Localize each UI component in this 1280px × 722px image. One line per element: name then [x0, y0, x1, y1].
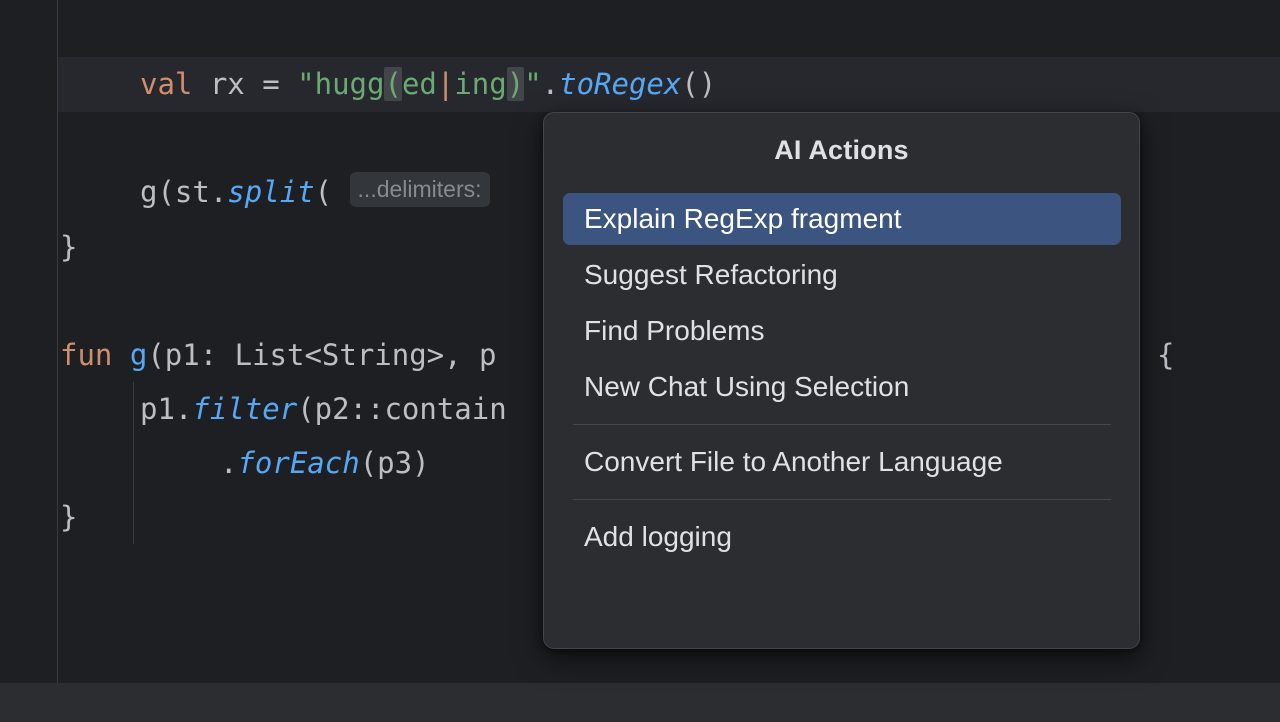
code-token: . [220, 446, 238, 480]
code-line[interactable]: fun g(p1: List<String>, p [60, 328, 497, 383]
menu-item-new-chat-using-selection[interactable]: New Chat Using Selection [544, 359, 1139, 415]
menu-item-find-problems[interactable]: Find Problems [544, 303, 1139, 359]
menu-separator [573, 499, 1111, 500]
ai-actions-popup: AI Actions Explain RegExp fragment Sugges… [543, 112, 1140, 649]
code-token: filter [192, 392, 298, 426]
code-line[interactable]: } [60, 490, 77, 545]
code-line[interactable]: val rx = "hugg(ed|ing)".toRegex() [140, 57, 716, 112]
code-token: ( [384, 67, 402, 101]
code-token: () [681, 67, 717, 101]
ide-editor-window: val rx = "hugg(ed|ing)".toRegex() g(st.sp… [0, 0, 1280, 722]
menu-item-label: Suggest Refactoring [584, 259, 838, 290]
code-token: rx = [192, 67, 298, 101]
menu-item-convert-file-to-another-language[interactable]: Convert File to Another Language [544, 434, 1139, 490]
menu-item-add-logging[interactable]: Add logging [544, 509, 1139, 565]
code-token: ing [454, 67, 507, 101]
code-token: | [436, 67, 455, 101]
code-token: . [541, 67, 560, 101]
code-token: p1. [140, 392, 193, 426]
code-token: { [1157, 338, 1175, 372]
code-token: "hugg [297, 67, 385, 101]
inlay-hint: ...delimiters: [349, 172, 490, 207]
code-token: " [524, 67, 542, 101]
code-line[interactable]: g(st.split( ...delimiters: [140, 165, 490, 220]
menu-item-label: Find Problems [584, 315, 765, 346]
menu-separator [573, 424, 1111, 425]
code-token: (p3) [359, 446, 430, 480]
menu-item-label: New Chat Using Selection [584, 371, 910, 402]
ai-actions-menu[interactable]: Explain RegExp fragment Suggest Refactori… [544, 191, 1139, 565]
indent-guide [133, 382, 134, 544]
menu-item-label: Convert File to Another Language [584, 446, 1003, 477]
code-token: ed [401, 67, 437, 101]
code-token: (st. [157, 175, 228, 209]
code-token: split [227, 175, 315, 209]
code-token: g [129, 338, 148, 372]
code-line[interactable]: .forEach(p3) [220, 436, 430, 491]
menu-item-suggest-refactoring[interactable]: Suggest Refactoring [544, 247, 1139, 303]
code-line[interactable]: } [60, 220, 77, 275]
status-bar[interactable] [0, 683, 1280, 722]
code-token: ) [506, 67, 525, 101]
menu-item-label: Explain RegExp fragment [584, 203, 902, 234]
code-token: forEach [237, 446, 360, 480]
code-line[interactable]: p1.filter(p2::contain [140, 382, 507, 437]
code-token: toRegex [559, 67, 682, 101]
code-token: ( [314, 175, 350, 209]
code-token: (p2::contain [297, 392, 507, 426]
code-token: (p1: List<String>, p [147, 338, 497, 372]
code-token: g [140, 175, 158, 209]
popup-title: AI Actions [774, 135, 909, 165]
code-token: } [60, 500, 78, 534]
code-token: } [60, 230, 78, 264]
menu-item-label: Add logging [584, 521, 732, 552]
code-token: fun [60, 338, 113, 372]
menu-item-explain-regexp-fragment[interactable]: Explain RegExp fragment [544, 191, 1139, 247]
code-token: val [140, 67, 193, 101]
